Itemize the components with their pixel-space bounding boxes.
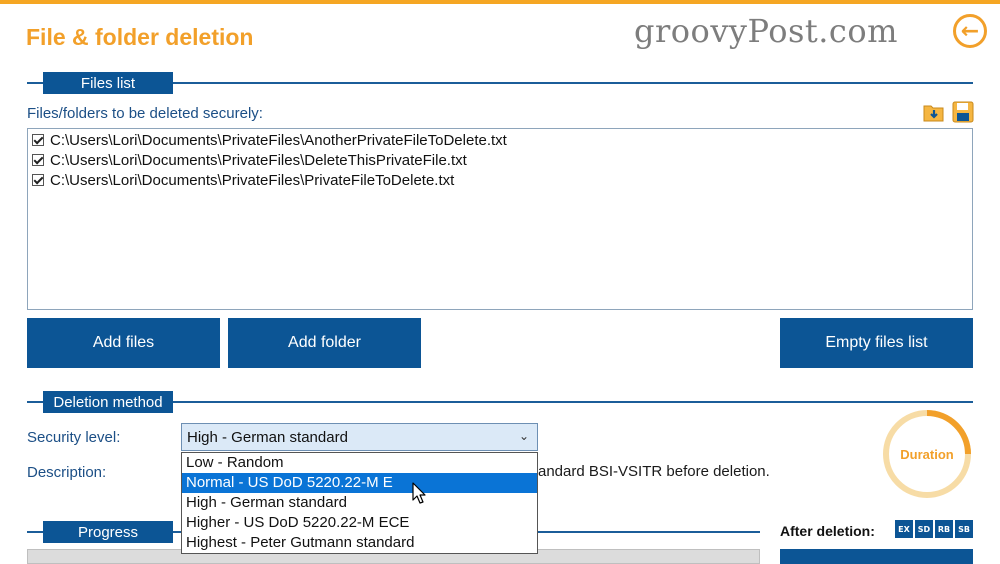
open-folder-icon[interactable] — [923, 101, 945, 123]
files-list-box[interactable]: C:\Users\Lori\Documents\PrivateFiles\Ano… — [27, 128, 973, 310]
empty-files-list-button[interactable]: Empty files list — [780, 318, 973, 368]
top-accent-bar — [0, 0, 1000, 4]
badge-sb[interactable]: SB — [955, 520, 973, 538]
security-level-dropdown[interactable]: Low - Random Normal - US DoD 5220.22-M E… — [181, 452, 538, 554]
back-arrow-icon[interactable]: ← — [953, 14, 987, 48]
after-deletion-label: After deletion: — [780, 523, 875, 539]
add-files-button[interactable]: Add files — [27, 318, 220, 368]
start-deletion-button[interactable] — [780, 549, 973, 564]
badge-sd[interactable]: SD — [915, 520, 933, 538]
description-label: Description: — [27, 464, 107, 481]
description-text: andard BSI-VSITR before deletion. — [538, 463, 770, 480]
file-path: C:\Users\Lori\Documents\PrivateFiles\Del… — [50, 151, 467, 169]
add-folder-button[interactable]: Add folder — [228, 318, 421, 368]
file-checkbox[interactable] — [32, 154, 44, 166]
file-checkbox[interactable] — [32, 174, 44, 186]
save-icon[interactable] — [952, 101, 974, 123]
file-checkbox[interactable] — [32, 134, 44, 146]
option-normal[interactable]: Normal - US DoD 5220.22-M E — [182, 473, 537, 493]
security-level-select[interactable]: High - German standard ⌄ — [181, 423, 538, 451]
file-row[interactable]: C:\Users\Lori\Documents\PrivateFiles\Pri… — [32, 170, 454, 190]
duration-ring: Duration — [883, 410, 971, 498]
duration-label: Duration — [900, 447, 954, 462]
watermark: groovyPost.com — [634, 12, 898, 50]
deletion-method-tab: Deletion method — [43, 391, 173, 413]
file-row[interactable]: C:\Users\Lori\Documents\PrivateFiles\Ano… — [32, 130, 507, 150]
file-path: C:\Users\Lori\Documents\PrivateFiles\Pri… — [50, 171, 455, 189]
option-highest[interactable]: Highest - Peter Gutmann standard — [182, 533, 537, 553]
security-level-label: Security level: — [27, 429, 121, 446]
badge-ex[interactable]: EX — [895, 520, 913, 538]
file-path: C:\Users\Lori\Documents\PrivateFiles\Ano… — [50, 131, 507, 149]
option-higher[interactable]: Higher - US DoD 5220.22-M ECE — [182, 513, 537, 533]
security-level-value: High - German standard — [187, 428, 348, 446]
page-title: File & folder deletion — [26, 24, 254, 50]
option-low[interactable]: Low - Random — [182, 453, 537, 473]
option-high[interactable]: High - German standard — [182, 493, 537, 513]
file-row[interactable]: C:\Users\Lori\Documents\PrivateFiles\Del… — [32, 150, 467, 170]
files-list-label: Files/folders to be deleted securely: — [27, 105, 263, 122]
progress-tab: Progress — [43, 521, 173, 543]
files-section-tab: Files list — [43, 72, 173, 94]
chevron-down-icon: ⌄ — [518, 429, 529, 443]
mouse-cursor-icon — [412, 482, 426, 504]
badge-rb[interactable]: RB — [935, 520, 953, 538]
